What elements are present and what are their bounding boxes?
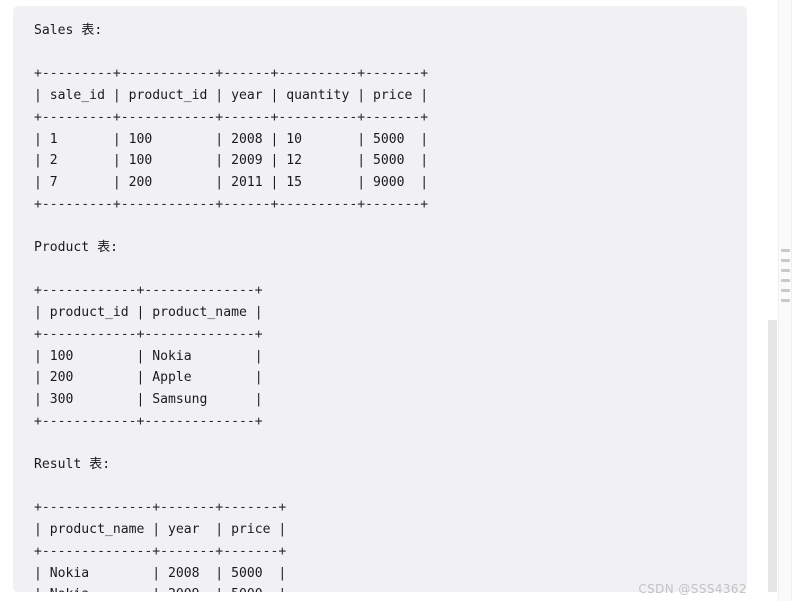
product-table-bottom-rule: +------------+--------------+ <box>34 413 263 429</box>
result-table-top-rule: +--------------+-------+-------+ <box>34 500 287 516</box>
table-row: | 2 | 100 | 2009 | 12 | 5000 | <box>34 153 429 169</box>
sales-table-bottom-rule: +---------+------------+------+---------… <box>34 196 429 212</box>
scrollbar-minimap-marks <box>781 249 790 309</box>
table-row: | 1 | 100 | 2008 | 10 | 5000 | <box>34 131 429 147</box>
minimap-mark <box>781 299 790 302</box>
sales-table-header-row: | sale_id | product_id | year | quantity… <box>34 88 429 104</box>
sales-table-mid-rule: +---------+------------+------+---------… <box>34 109 429 125</box>
result-table-header-row: | product_name | year | price | <box>34 522 287 538</box>
page-scrollbar-thumb[interactable] <box>768 320 777 592</box>
result-table-heading: Result 表: <box>34 457 111 472</box>
table-row: | 7 | 200 | 2011 | 15 | 9000 | <box>34 174 429 190</box>
table-row: | 200 | Apple | <box>34 370 263 386</box>
minimap-mark <box>781 259 790 262</box>
table-row: | 300 | Samsung | <box>34 391 263 407</box>
sales-table-top-rule: +---------+------------+------+---------… <box>34 66 429 82</box>
minimap-mark <box>781 269 790 272</box>
minimap-mark <box>781 279 790 282</box>
table-row: | 100 | Nokia | <box>34 348 263 364</box>
code-listing: Sales 表: +---------+------------+------+-… <box>13 6 747 592</box>
code-block: Sales 表: +---------+------------+------+-… <box>13 6 747 592</box>
product-table-mid-rule: +------------+--------------+ <box>34 326 263 342</box>
table-row: | Nokia | 2008 | 5000 | <box>34 565 287 581</box>
sales-table-heading: Sales 表: <box>34 23 103 38</box>
minimap-mark <box>781 249 790 252</box>
result-table-mid-rule: +--------------+-------+-------+ <box>34 543 287 559</box>
right-gutter <box>760 0 799 601</box>
product-table-header-row: | product_id | product_name | <box>34 305 263 321</box>
product-table-heading: Product 表: <box>34 240 119 255</box>
product-table-top-rule: +------------+--------------+ <box>34 283 263 299</box>
csdn-watermark: CSDN @SSS4362 <box>638 582 747 596</box>
minimap-mark <box>781 289 790 292</box>
